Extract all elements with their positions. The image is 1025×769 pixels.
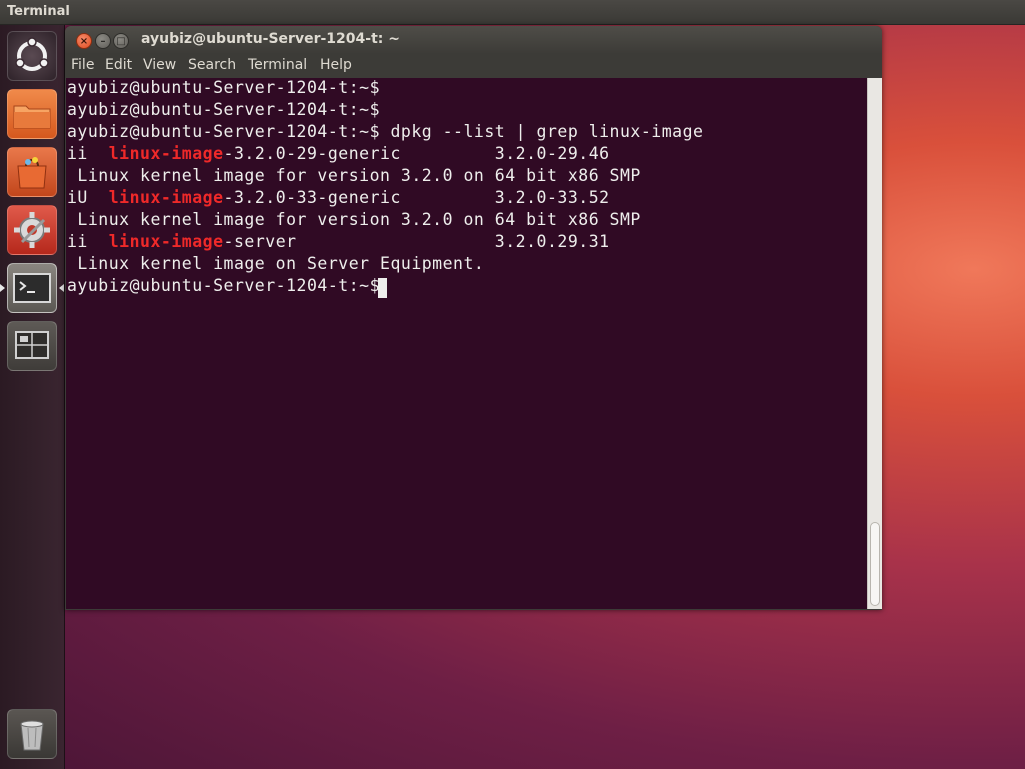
terminal-prompt-line: ayubiz@ubuntu-Server-1204-t:~$: [67, 276, 391, 295]
launcher-dash-home-button[interactable]: [7, 31, 57, 81]
menu-file[interactable]: File: [71, 57, 94, 73]
terminal-line: ayubiz@ubuntu-Server-1204-t:~$ dpkg --li…: [67, 122, 704, 141]
launcher-files-button[interactable]: [7, 89, 57, 139]
menu-search[interactable]: Search: [188, 57, 236, 73]
window-title: ayubiz@ubuntu-Server-1204-t: ~: [141, 31, 400, 47]
minimize-window-button[interactable]: –: [95, 33, 111, 49]
launcher-focus-indicator: [59, 284, 64, 292]
settings-gear-icon: [14, 212, 50, 248]
grep-match-highlight: linux-image: [108, 188, 224, 207]
grep-match-highlight: linux-image: [108, 232, 224, 251]
grep-match-highlight: linux-image: [108, 144, 224, 163]
folder-icon: [13, 105, 51, 129]
terminal-line: ayubiz@ubuntu-Server-1204-t:~$: [67, 78, 381, 97]
menu-bar: File Edit View Search Terminal Help: [65, 54, 882, 78]
close-window-button[interactable]: ×: [76, 33, 92, 49]
launcher: [0, 25, 65, 769]
terminal-line: iU linux-image-3.2.0-33-generic 3.2.0-33…: [67, 188, 610, 207]
window-titlebar[interactable]: × – □ ayubiz@ubuntu-Server-1204-t: ~: [65, 26, 882, 54]
terminal-output-area[interactable]: ayubiz@ubuntu-Server-1204-t:~$ ayubiz@ub…: [66, 78, 867, 609]
terminal-cursor: [378, 278, 387, 298]
menu-view[interactable]: View: [143, 57, 176, 73]
launcher-software-center-button[interactable]: [7, 147, 57, 197]
scrollbar-thumb[interactable]: [870, 522, 880, 606]
launcher-trash-button[interactable]: [7, 709, 57, 759]
terminal-line: ayubiz@ubuntu-Server-1204-t:~$: [67, 100, 381, 119]
shopping-bag-icon: [17, 157, 47, 189]
launcher-workspace-switcher-button[interactable]: [7, 321, 57, 371]
menu-help[interactable]: Help: [320, 57, 352, 73]
terminal-line: Linux kernel image on Server Equipment.: [67, 254, 485, 273]
ubuntu-logo-icon: [15, 37, 49, 71]
workspace-switcher-icon: [15, 331, 49, 359]
terminal-line: ii linux-image-3.2.0-29-generic 3.2.0-29…: [67, 144, 610, 163]
terminal-window: × – □ ayubiz@ubuntu-Server-1204-t: ~ Fil…: [65, 26, 882, 610]
trash-icon: [20, 720, 44, 751]
launcher-system-settings-button[interactable]: [7, 205, 57, 255]
terminal-line: Linux kernel image for version 3.2.0 on …: [67, 210, 641, 229]
menu-terminal[interactable]: Terminal: [248, 57, 307, 73]
launcher-running-indicator: [0, 284, 5, 292]
terminal-scrollbar[interactable]: [867, 78, 882, 609]
terminal-line: Linux kernel image for version 3.2.0 on …: [67, 166, 641, 185]
top-panel: Terminal: [0, 0, 1025, 25]
launcher-terminal-button[interactable]: [7, 263, 57, 313]
terminal-line: ii linux-image-server 3.2.0.29.31: [67, 232, 610, 251]
menu-edit[interactable]: Edit: [105, 57, 132, 73]
top-panel-app-title: Terminal: [7, 4, 70, 19]
terminal-icon: [13, 273, 51, 303]
maximize-window-button[interactable]: □: [113, 33, 129, 49]
